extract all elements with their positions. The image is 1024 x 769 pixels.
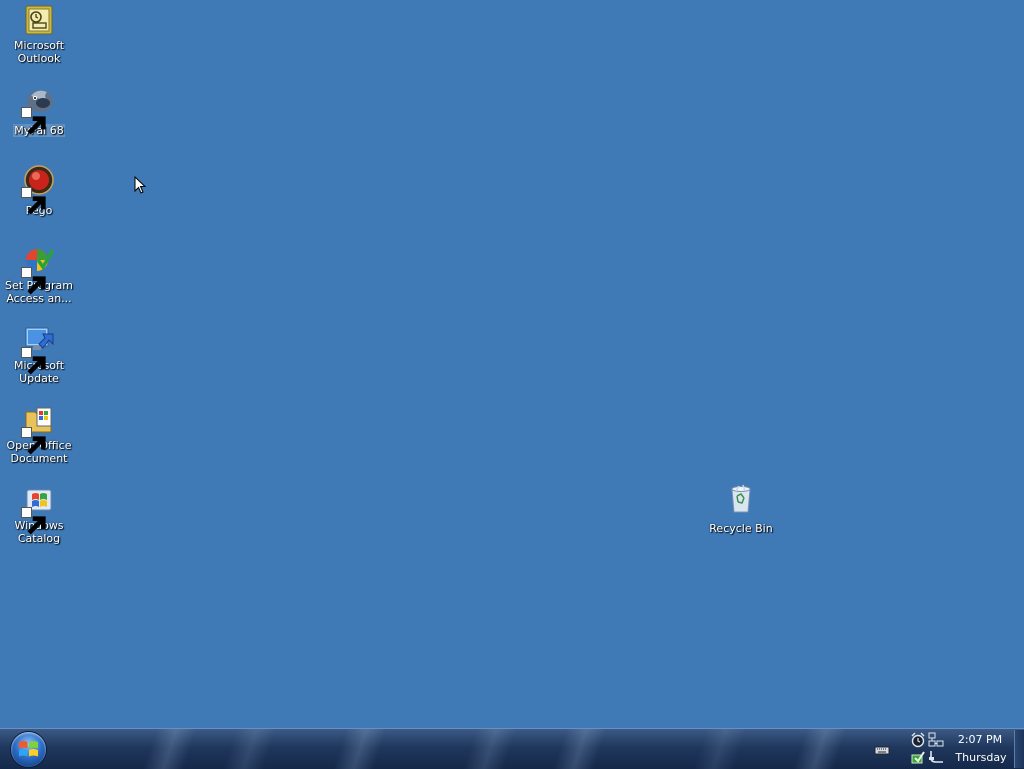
recycle-bin-icon bbox=[725, 482, 757, 514]
desktop-icon-windows-catalog[interactable]: Windows Catalog bbox=[0, 484, 78, 546]
desktop-icon-mypal-68[interactable]: MyPal 68 bbox=[0, 84, 78, 138]
taskbar-decoration bbox=[143, 729, 197, 769]
taskbar-decoration bbox=[463, 729, 517, 769]
keyboard-icon[interactable] bbox=[874, 742, 890, 758]
shortcut-arrow-icon bbox=[21, 427, 46, 455]
shortcut-arrow-icon bbox=[21, 267, 46, 295]
shortcut-arrow-icon bbox=[21, 107, 46, 135]
microsoft-update-icon bbox=[21, 324, 55, 375]
clock-time[interactable]: 2:07 PM bbox=[948, 733, 1012, 747]
taskbar-decoration bbox=[553, 729, 607, 769]
alarm-clock-icon[interactable] bbox=[910, 732, 926, 748]
desktop-icon-set-program-access[interactable]: Set Program Access an... bbox=[0, 244, 78, 306]
windows-start-orb-icon bbox=[19, 741, 38, 757]
outlook-icon bbox=[23, 4, 55, 36]
start-button[interactable] bbox=[11, 732, 46, 767]
taskbar: 2:07 PM Thursday bbox=[0, 728, 1024, 769]
taskbar-decoration bbox=[793, 729, 847, 769]
shortcut-arrow-icon bbox=[21, 507, 46, 535]
open-office-document-icon bbox=[21, 404, 55, 455]
mypal-browser-icon bbox=[21, 84, 55, 135]
taskbar-decoration bbox=[333, 729, 387, 769]
shortcut-arrow-icon bbox=[21, 347, 46, 375]
desktop-icon-microsoft-outlook[interactable]: Microsoft Outlook bbox=[0, 4, 78, 66]
set-program-access-icon bbox=[21, 244, 55, 295]
desktop-icon-open-office-document[interactable]: Open Office Document bbox=[0, 404, 78, 466]
desktop-icon-pego[interactable]: Pego bbox=[0, 164, 78, 218]
network-icon[interactable] bbox=[928, 732, 944, 748]
pego-icon bbox=[21, 164, 55, 215]
power-plug-icon[interactable] bbox=[928, 749, 944, 765]
safely-remove-icon[interactable] bbox=[910, 749, 926, 765]
shortcut-arrow-icon bbox=[21, 187, 46, 215]
show-desktop-button[interactable] bbox=[1014, 730, 1024, 768]
desktop: Microsoft Outlook MyPal 68 Pego Set Prog… bbox=[0, 0, 1024, 728]
taskbar-decoration bbox=[693, 729, 747, 769]
desktop-icon-recycle-bin[interactable]: Recycle Bin bbox=[702, 482, 780, 536]
taskbar-decoration bbox=[223, 729, 277, 769]
mouse-pointer-icon bbox=[134, 176, 146, 194]
clock-day[interactable]: Thursday bbox=[948, 751, 1014, 765]
desktop-icon-label: Recycle Bin bbox=[709, 522, 773, 535]
desktop-icon-label: Microsoft Outlook bbox=[13, 39, 65, 65]
desktop-icon-microsoft-update[interactable]: Microsoft Update bbox=[0, 324, 78, 386]
windows-catalog-icon bbox=[21, 484, 55, 535]
